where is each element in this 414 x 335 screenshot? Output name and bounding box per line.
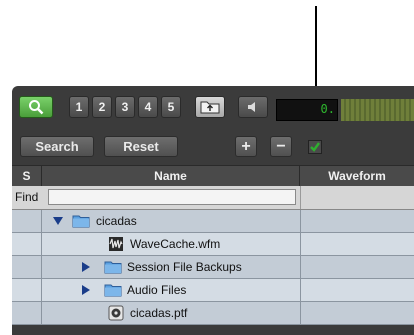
meter-readout: 0. [320,102,335,116]
disclosure-triangle-collapsed-icon[interactable] [82,262,90,272]
track-button-5[interactable]: 5 [161,96,181,118]
disclosure-triangle-expanded-icon[interactable] [53,217,63,225]
column-header-waveform[interactable]: Waveform [300,166,414,186]
session-file-icon [108,305,124,321]
folder-icon [104,261,122,274]
waveform-cell [300,302,301,324]
find-input[interactable] [48,189,296,205]
waveform-cell [300,256,301,278]
file-name: WaveCache.wfm [130,237,221,251]
workspace-browser-panel: 1 2 3 4 5 0. Search Reset + − S Name Wav… [12,86,414,335]
track-button-1[interactable]: 1 [69,96,89,118]
search-button[interactable]: Search [20,136,94,157]
status-cell [12,210,42,232]
reset-button[interactable]: Reset [104,136,178,157]
add-criteria-button[interactable]: + [235,136,257,157]
folder-up-button[interactable] [195,96,225,118]
waveform-cell [300,279,301,301]
search-toggle-button[interactable] [19,96,53,118]
find-label: Find [15,190,39,204]
column-header-status[interactable]: S [12,166,42,186]
track-button-3[interactable]: 3 [115,96,135,118]
status-cell [12,256,42,278]
file-name: cicadas.ptf [130,306,188,320]
list-item[interactable]: Audio Files [12,279,414,302]
speaker-icon [248,102,255,112]
column-header-row: S Name Waveform [12,165,414,186]
file-name: Audio Files [127,283,187,297]
remove-criteria-button[interactable]: − [270,136,292,157]
folder-up-icon [200,101,220,114]
enable-checkbox[interactable] [308,140,322,154]
list-item[interactable]: WaveCache.wfm [12,233,414,256]
audition-speaker-button[interactable] [238,96,268,118]
browser-toolbar: 1 2 3 4 5 0. [12,86,414,130]
column-divider [300,186,301,209]
search-action-bar: Search Reset + − [12,130,414,162]
list-item[interactable]: cicadas [12,210,414,233]
file-list: cicadas WaveCache.wfm Session File Backu… [12,210,414,325]
waveform-cache-file-icon [109,237,123,251]
folder-icon [72,215,90,228]
checkmark-icon [310,142,320,152]
track-button-4[interactable]: 4 [138,96,158,118]
list-item[interactable]: cicadas.ptf [12,302,414,325]
track-button-2[interactable]: 2 [92,96,112,118]
preview-meter: 0. [276,99,338,121]
file-name: cicadas [96,214,137,228]
disclosure-triangle-collapsed-icon[interactable] [82,285,90,295]
find-row: Find [12,186,414,210]
magnifier-icon [29,100,44,115]
status-cell [12,233,42,255]
column-header-name[interactable]: Name [42,166,300,186]
file-name: Session File Backups [127,260,242,274]
waveform-cell [300,233,301,255]
annotation-arrow-line [315,6,317,96]
status-cell [12,302,42,324]
folder-icon [104,284,122,297]
preview-level-slider[interactable] [341,99,414,121]
list-item[interactable]: Session File Backups [12,256,414,279]
status-cell [12,279,42,301]
waveform-cell [300,210,301,232]
